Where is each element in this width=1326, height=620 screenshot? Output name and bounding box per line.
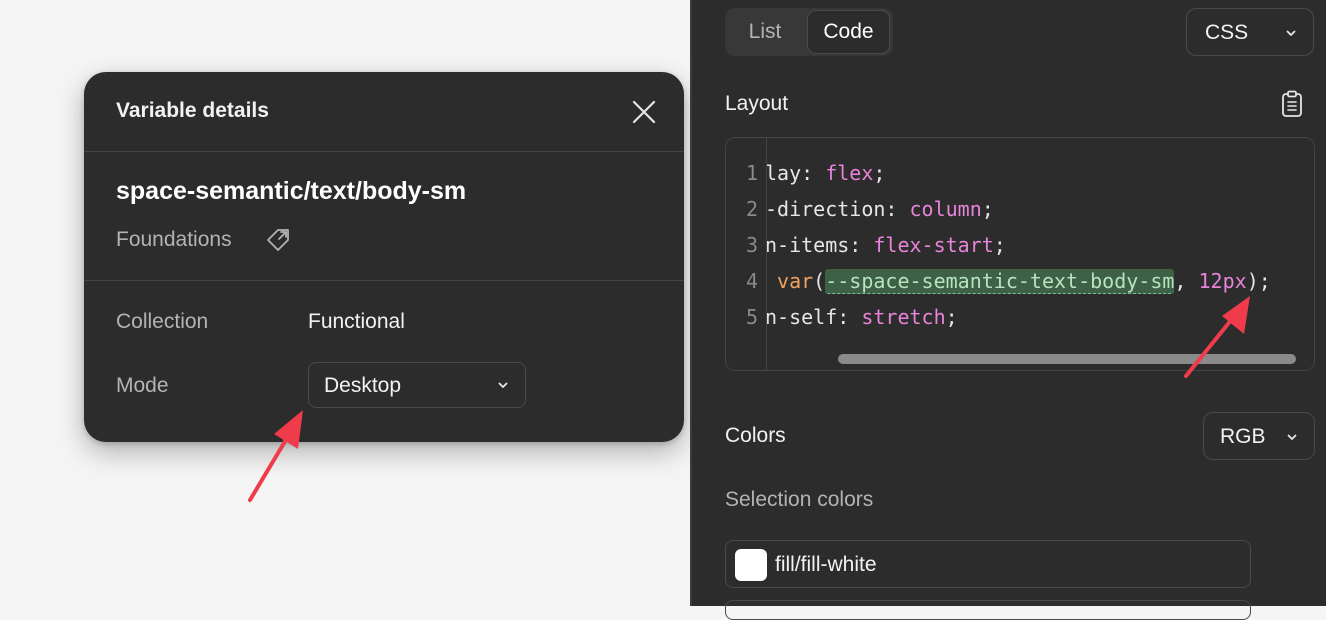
variable-info: space-semantic/text/body-sm Foundations bbox=[84, 152, 684, 281]
color-format-select[interactable]: RGB bbox=[1203, 412, 1315, 460]
code-line: var(--space-semantic-text-body-sm, 12px)… bbox=[767, 269, 1271, 294]
collection-value: Functional bbox=[308, 310, 405, 333]
inspect-panel: List Code CSS Layout 1 2 3 4 5 lay: flex… bbox=[690, 0, 1326, 620]
color-name: fill/fill-white bbox=[775, 553, 877, 576]
language-select-value: CSS bbox=[1205, 21, 1249, 44]
code-token-number: 12px bbox=[1198, 269, 1247, 293]
popover-title: Variable details bbox=[116, 99, 269, 122]
code-token-property: n-items: bbox=[767, 233, 874, 257]
code-token-punct: , bbox=[1174, 269, 1199, 293]
code-block: 1 2 3 4 5 lay: flex; -direction: column;… bbox=[725, 137, 1315, 371]
tab-code[interactable]: Code bbox=[807, 10, 890, 54]
code-line: n-items: flex-start; bbox=[767, 233, 1006, 257]
code-token-value: flex bbox=[825, 161, 874, 185]
mode-label: Mode bbox=[116, 374, 169, 397]
collection-label: Collection bbox=[116, 310, 209, 333]
tab-list[interactable]: List bbox=[725, 8, 805, 56]
color-swatch bbox=[735, 549, 767, 581]
code-content[interactable]: lay: flex; -direction: column; n-items: … bbox=[767, 138, 1314, 370]
chevron-down-icon bbox=[498, 382, 508, 388]
line-number: 5 bbox=[745, 305, 758, 329]
code-line: lay: flex; bbox=[767, 161, 885, 185]
code-line: n-self: stretch; bbox=[767, 305, 958, 329]
colors-section-title: Colors bbox=[725, 424, 786, 447]
language-select[interactable]: CSS bbox=[1186, 8, 1314, 56]
line-number: 2 bbox=[745, 197, 758, 221]
line-number-gutter: 1 2 3 4 5 bbox=[726, 138, 767, 370]
code-token-function: var bbox=[777, 269, 814, 293]
line-number: 3 bbox=[745, 233, 758, 257]
code-line: -direction: column; bbox=[767, 197, 994, 221]
selection-color-item[interactable]: fill/fill-white bbox=[725, 540, 1251, 588]
view-toggle: List Code bbox=[725, 8, 893, 56]
code-token-punct: ; bbox=[945, 305, 958, 329]
code-token-value: column bbox=[909, 197, 982, 221]
chevron-down-icon bbox=[1287, 434, 1297, 440]
selection-color-item[interactable] bbox=[725, 600, 1251, 620]
variable-details-popover: Variable details space-semantic/text/bod… bbox=[84, 72, 684, 442]
code-token-value: stretch bbox=[861, 305, 946, 329]
color-format-value: RGB bbox=[1220, 425, 1266, 448]
line-number: 4 bbox=[745, 269, 758, 293]
code-token-value: flex-start bbox=[873, 233, 994, 257]
code-token-property: n-self: bbox=[767, 305, 862, 329]
code-token-punct: ; bbox=[981, 197, 994, 221]
copy-clipboard-icon[interactable] bbox=[1280, 90, 1304, 118]
layout-section-title: Layout bbox=[725, 92, 789, 115]
code-token-property: lay: bbox=[767, 161, 826, 185]
mode-select-value: Desktop bbox=[324, 374, 402, 397]
code-token-property: -direction: bbox=[767, 197, 910, 221]
popover-header: Variable details bbox=[84, 72, 684, 152]
horizontal-scrollbar[interactable] bbox=[838, 354, 1296, 364]
go-to-library-icon[interactable] bbox=[264, 226, 292, 254]
code-token-punct: ( bbox=[813, 269, 826, 293]
variable-name: space-semantic/text/body-sm bbox=[116, 177, 467, 205]
mode-select[interactable]: Desktop bbox=[308, 362, 526, 408]
close-icon[interactable] bbox=[628, 96, 660, 128]
line-number: 1 bbox=[745, 161, 758, 185]
code-token-punct: ; bbox=[993, 233, 1006, 257]
code-token-variable-highlight: --space-semantic-text-body-sm bbox=[825, 269, 1175, 294]
chevron-down-icon bbox=[1286, 30, 1296, 36]
code-token-punct: ); bbox=[1246, 269, 1271, 293]
library-name: Foundations bbox=[116, 228, 232, 251]
code-token-punct: ; bbox=[873, 161, 886, 185]
selection-colors-title: Selection colors bbox=[725, 488, 874, 511]
